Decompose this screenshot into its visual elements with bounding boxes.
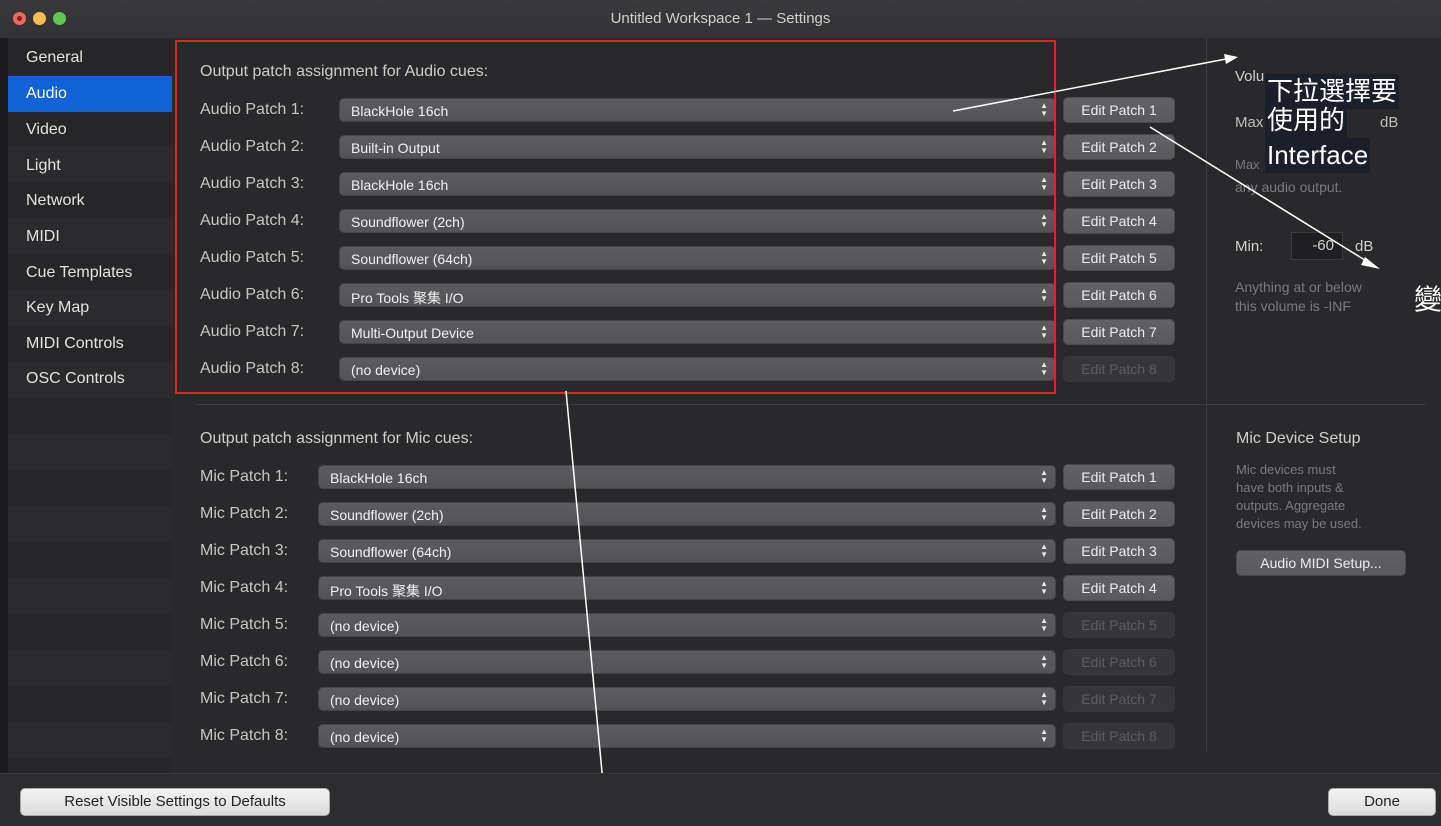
sidebar-item-light[interactable]: Light xyxy=(8,148,172,184)
up-down-chevron-icon: ▲ ▼ xyxy=(1040,505,1048,522)
mic-patch-device-value: (no device) xyxy=(330,655,400,671)
panel-divider xyxy=(1206,38,1207,751)
mic-patch-device-value: (no device) xyxy=(330,729,400,745)
settings-sidebar: General Audio Video Light Network MIDI Cue Tem… xyxy=(8,38,172,773)
sidebar-item-midi-controls[interactable]: MIDI Controls xyxy=(8,326,172,362)
reset-defaults-button[interactable]: Reset Visible Settings to Defaults xyxy=(20,788,330,816)
title-bar: Untitled Workspace 1 — Settings xyxy=(0,0,1441,39)
annotation-highlight-box xyxy=(175,40,1056,394)
up-down-chevron-icon: ▲ ▼ xyxy=(1040,542,1048,559)
max-label: Max xyxy=(1235,114,1264,131)
mic-patch-label: Mic Patch 4: xyxy=(200,579,289,596)
mic-setup-title: Mic Device Setup xyxy=(1236,430,1361,447)
mic-patch-device-select[interactable]: BlackHole 16ch ▲ ▼ xyxy=(318,465,1056,489)
up-down-chevron-icon: ▲ ▼ xyxy=(1040,616,1048,633)
sidebar-item-osc-controls[interactable]: OSC Controls xyxy=(8,361,172,397)
mic-patch-device-value: Pro Tools 聚集 I/O xyxy=(330,583,443,599)
audio-edit-patch-button[interactable]: Edit Patch 6 xyxy=(1063,282,1175,308)
annotation-side-char: 變 xyxy=(1414,284,1441,315)
mic-edit-patch-button[interactable]: Edit Patch 2 xyxy=(1063,501,1175,527)
min-desc-1: Anything at or below xyxy=(1235,279,1362,295)
mic-edit-patch-button[interactable]: Edit Patch 8 xyxy=(1063,723,1175,749)
mic-edit-patch-button[interactable]: Edit Patch 1 xyxy=(1063,464,1175,490)
max-desc: Max xyxy=(1235,157,1260,172)
mic-patch-label: Mic Patch 5: xyxy=(200,616,289,633)
sidebar-item-general[interactable]: General xyxy=(8,40,172,76)
max-desc-line2: any audio output. xyxy=(1235,179,1343,195)
up-down-chevron-icon: ▲ ▼ xyxy=(1040,653,1048,670)
sidebar-item-network[interactable]: Network xyxy=(8,183,172,219)
min-desc-2: this volume is -INF xyxy=(1235,298,1351,314)
mic-patch-label: Mic Patch 1: xyxy=(200,468,289,485)
sidebar-item-video[interactable]: Video xyxy=(8,112,172,148)
min-label: Min: xyxy=(1235,238,1264,255)
mic-patch-device-value: Soundflower (2ch) xyxy=(330,507,444,523)
mic-patch-label: Mic Patch 2: xyxy=(200,505,289,522)
audio-edit-patch-button[interactable]: Edit Patch 5 xyxy=(1063,245,1175,271)
mic-patch-device-select[interactable]: (no device) ▲ ▼ xyxy=(318,724,1056,748)
audio-midi-setup-button[interactable]: Audio MIDI Setup... xyxy=(1236,550,1406,576)
annotation-note-line-2: 使用的 xyxy=(1265,103,1348,138)
mic-patch-device-select[interactable]: (no device) ▲ ▼ xyxy=(318,650,1056,674)
mic-edit-patch-button[interactable]: Edit Patch 7 xyxy=(1063,686,1175,712)
audio-edit-patch-button[interactable]: Edit Patch 3 xyxy=(1063,171,1175,197)
min-volume-field[interactable]: -60 xyxy=(1291,232,1343,260)
annotation-note-line-3: Interface xyxy=(1265,138,1371,173)
mic-patch-device-select[interactable]: (no device) ▲ ▼ xyxy=(318,687,1056,711)
audio-edit-patch-button[interactable]: Edit Patch 2 xyxy=(1063,134,1175,160)
mic-patch-device-value: BlackHole 16ch xyxy=(330,470,428,486)
sidebar-item-key-map[interactable]: Key Map xyxy=(8,290,172,326)
audio-edit-patch-button[interactable]: Edit Patch 4 xyxy=(1063,208,1175,234)
mic-patch-label: Mic Patch 3: xyxy=(200,542,289,559)
mic-setup-desc-3: outputs. Aggregate xyxy=(1236,498,1346,513)
mic-edit-patch-button[interactable]: Edit Patch 3 xyxy=(1063,538,1175,564)
mic-patch-device-select[interactable]: Pro Tools 聚集 I/O ▲ ▼ xyxy=(318,576,1056,600)
mic-patch-label: Mic Patch 6: xyxy=(200,653,289,670)
audio-edit-patch-button[interactable]: Edit Patch 1 xyxy=(1063,97,1175,123)
mic-setup-desc-4: devices may be used. xyxy=(1236,516,1362,531)
up-down-chevron-icon: ▲ ▼ xyxy=(1040,468,1048,485)
mic-edit-patch-button[interactable]: Edit Patch 6 xyxy=(1063,649,1175,675)
mic-patch-device-value: (no device) xyxy=(330,692,400,708)
sidebar-item-midi[interactable]: MIDI xyxy=(8,219,172,255)
section-divider xyxy=(196,404,1206,405)
mic-patch-device-select[interactable]: Soundflower (64ch) ▲ ▼ xyxy=(318,539,1056,563)
min-unit: dB xyxy=(1355,238,1374,255)
mic-edit-patch-button[interactable]: Edit Patch 5 xyxy=(1063,612,1175,638)
mic-patch-device-select[interactable]: (no device) ▲ ▼ xyxy=(318,613,1056,637)
mic-setup-desc-2: have both inputs & xyxy=(1236,480,1344,495)
mic-patch-label: Mic Patch 8: xyxy=(200,727,289,744)
window-title: Untitled Workspace 1 — Settings xyxy=(610,10,831,27)
volume-title: Volu xyxy=(1235,68,1265,85)
audio-edit-patch-button[interactable]: Edit Patch 7 xyxy=(1063,319,1175,345)
mic-section-title: Output patch assignment for Mic cues: xyxy=(200,430,474,447)
max-unit: dB xyxy=(1380,114,1399,131)
mic-setup-desc-1: Mic devices must xyxy=(1236,462,1336,477)
up-down-chevron-icon: ▲ ▼ xyxy=(1040,579,1048,596)
mic-patch-device-select[interactable]: Soundflower (2ch) ▲ ▼ xyxy=(318,502,1056,526)
mic-patch-device-value: Soundflower (64ch) xyxy=(330,544,452,560)
mic-patch-device-value: (no device) xyxy=(330,618,400,634)
up-down-chevron-icon: ▲ ▼ xyxy=(1040,690,1048,707)
audio-edit-patch-button[interactable]: Edit Patch 8 xyxy=(1063,356,1175,382)
mic-patch-label: Mic Patch 7: xyxy=(200,690,289,707)
sidebar-item-audio[interactable]: Audio xyxy=(8,76,172,112)
done-button[interactable]: Done xyxy=(1328,788,1436,816)
mic-edit-patch-button[interactable]: Edit Patch 4 xyxy=(1063,575,1175,601)
right-panel-divider xyxy=(1206,404,1426,405)
up-down-chevron-icon: ▲ ▼ xyxy=(1040,727,1048,744)
footer-bar: Reset Visible Settings to Defaults Done xyxy=(0,773,1441,826)
sidebar-item-cue-templates[interactable]: Cue Templates xyxy=(8,255,172,291)
